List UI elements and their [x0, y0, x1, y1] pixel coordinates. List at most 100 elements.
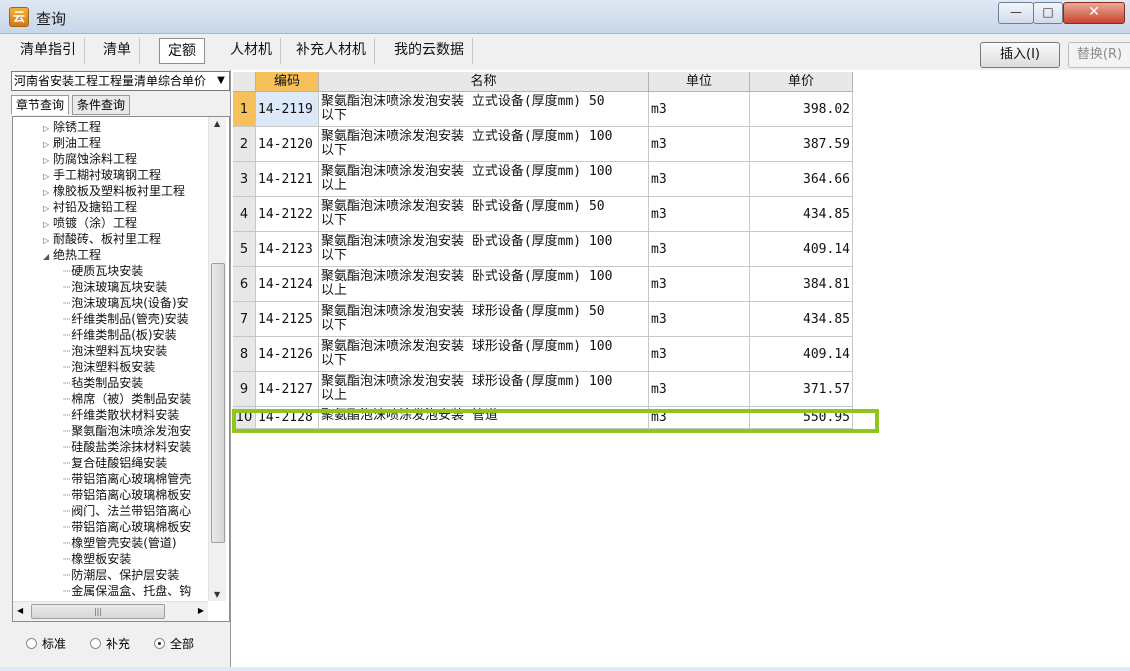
tree-node[interactable]: ▷ 橡胶板及塑料板衬里工程 [43, 183, 185, 199]
column-header-price[interactable]: 单价 [750, 72, 853, 92]
tab-bill[interactable]: 清单 [95, 38, 140, 64]
cell-code[interactable]: 14-2125 [256, 302, 319, 337]
filter-supplement-radio[interactable]: 补充 [90, 636, 130, 652]
cell-code[interactable]: 14-2127 [256, 372, 319, 407]
column-header-code[interactable]: 编码 [256, 72, 319, 92]
row-number[interactable]: 8 [233, 337, 256, 372]
tree-node[interactable]: ┈防潮层、保护层安装 [63, 567, 179, 583]
tree-node[interactable]: ┈纤维类散状材料安装 [63, 407, 179, 423]
scroll-thumb[interactable] [211, 263, 225, 543]
tree-node[interactable]: ▷ 衬铅及搪铅工程 [43, 199, 137, 215]
tree-node[interactable]: ▷ 耐酸砖、板衬里工程 [43, 231, 161, 247]
filter-all-radio[interactable]: 全部 [154, 636, 194, 652]
cell-code[interactable]: 14-2120 [256, 127, 319, 162]
scroll-down-icon[interactable]: ▼ [214, 590, 220, 599]
column-header-name[interactable]: 名称 [319, 72, 649, 92]
tree-node[interactable]: ┈橡塑管壳安装(管道) [63, 535, 177, 551]
tree-node[interactable]: ▷ 防腐蚀涂料工程 [43, 151, 137, 167]
cell-price[interactable]: 398.02 [750, 92, 853, 127]
cell-unit[interactable]: m3 [649, 337, 750, 372]
tree-node[interactable]: ┈带铝箔离心玻璃棉管壳 [63, 471, 191, 487]
tree-node[interactable]: ┈金属保温盒、托盘、钩 [63, 583, 191, 599]
tab-bill-guide[interactable]: 清单指引 [12, 38, 85, 64]
tree-node[interactable]: ┈泡沫塑料板安装 [63, 359, 155, 375]
library-select[interactable]: 河南省安装工程工程量清单综合单价 ▼ [11, 71, 230, 91]
cell-price[interactable]: 387.59 [750, 127, 853, 162]
tree-node[interactable]: ┈带铝箔离心玻璃棉板安 [63, 487, 191, 503]
column-header-unit[interactable]: 单位 [649, 72, 750, 92]
tree-node[interactable]: ▷ 喷镀（涂）工程 [43, 215, 137, 231]
filter-standard-radio[interactable]: 标准 [26, 636, 66, 652]
scroll-left-icon[interactable]: ◀ [17, 606, 23, 615]
tab-my-cloud-data[interactable]: 我的云数据 [386, 38, 473, 64]
tab-chapter-search[interactable]: 章节查询 [11, 95, 70, 115]
cell-price[interactable]: 434.85 [750, 197, 853, 232]
replace-button[interactable]: 替换(R) [1068, 42, 1130, 68]
cell-unit[interactable]: m3 [649, 267, 750, 302]
cell-name[interactable]: 聚氨酯泡沫喷涂发泡安装 球形设备(厚度mm) 50 以下 [319, 302, 649, 337]
close-button[interactable]: ✕ [1063, 2, 1125, 24]
tree-node[interactable]: ┈泡沫玻璃瓦块(设备)安 [63, 295, 189, 311]
cell-name[interactable]: 聚氨酯泡沫喷涂发泡安装 卧式设备(厚度mm) 100 以下 [319, 232, 649, 267]
row-number[interactable]: 1 [233, 92, 256, 127]
tree-node[interactable]: ┈棉席（被）类制品安装 [63, 391, 191, 407]
cell-price[interactable]: 434.85 [750, 302, 853, 337]
minimize-button[interactable]: — [998, 2, 1034, 24]
scroll-up-icon[interactable]: ▲ [214, 119, 220, 128]
tab-quota[interactable]: 定额 [159, 38, 205, 64]
tree-node[interactable]: ┈带铝箔离心玻璃棉板安 [63, 519, 191, 535]
tree-node[interactable]: ┈硬质瓦块安装 [63, 263, 143, 279]
tab-condition-search[interactable]: 条件查询 [72, 95, 131, 115]
cell-code[interactable]: 14-2122 [256, 197, 319, 232]
cell-code[interactable]: 14-2119 [256, 92, 319, 127]
chevron-down-icon[interactable]: ▼ [213, 72, 229, 90]
cell-unit[interactable]: m3 [649, 372, 750, 407]
cell-code[interactable]: 14-2128 [256, 407, 319, 429]
cell-code[interactable]: 14-2126 [256, 337, 319, 372]
row-number[interactable]: 9 [233, 372, 256, 407]
tree-vertical-scrollbar[interactable]: ▲ ▼ [208, 117, 226, 601]
cell-name[interactable]: 聚氨酯泡沫喷涂发泡安装 卧式设备(厚度mm) 100 以上 [319, 267, 649, 302]
tree-node[interactable]: ┈泡沫塑料瓦块安装 [63, 343, 167, 359]
row-number[interactable]: 10 [233, 407, 256, 429]
row-number[interactable]: 4 [233, 197, 256, 232]
cell-name[interactable]: 聚氨酯泡沫喷涂发泡安装 球形设备(厚度mm) 100 以上 [319, 372, 649, 407]
maximize-button[interactable]: □ [1033, 2, 1063, 24]
cell-code[interactable]: 14-2124 [256, 267, 319, 302]
tree-node[interactable]: ┈泡沫玻璃瓦块安装 [63, 279, 167, 295]
cell-code[interactable]: 14-2123 [256, 232, 319, 267]
tab-labor-material[interactable]: 人材机 [222, 38, 281, 64]
cell-unit[interactable]: m3 [649, 302, 750, 337]
tree-node[interactable]: ┈阀门、法兰带铝箔离心 [63, 503, 191, 519]
tree-node[interactable]: ▷ 手工糊衬玻璃钢工程 [43, 167, 161, 183]
cell-price[interactable]: 371.57 [750, 372, 853, 407]
cell-unit[interactable]: m3 [649, 407, 750, 429]
cell-unit[interactable]: m3 [649, 197, 750, 232]
tab-supplement-labor-material[interactable]: 补充人材机 [288, 38, 375, 64]
tree-node[interactable]: ┈复合硅酸铝绳安装 [63, 455, 167, 471]
tree-node[interactable]: ┈纤维类制品(板)安装 [63, 327, 177, 343]
cell-name[interactable]: 聚氨酯泡沫喷涂发泡安装 球形设备(厚度mm) 100 以下 [319, 337, 649, 372]
cell-name[interactable]: 聚氨酯泡沫喷涂发泡安装 卧式设备(厚度mm) 50 以下 [319, 197, 649, 232]
tree-node[interactable]: ┈硅酸盐类涂抹材料安装 [63, 439, 191, 455]
cell-unit[interactable]: m3 [649, 127, 750, 162]
tree-node[interactable]: ◢ 绝热工程 [43, 247, 101, 263]
cell-price[interactable]: 409.14 [750, 232, 853, 267]
cell-code[interactable]: 14-2121 [256, 162, 319, 197]
cell-unit[interactable]: m3 [649, 92, 750, 127]
row-number[interactable]: 7 [233, 302, 256, 337]
cell-unit[interactable]: m3 [649, 162, 750, 197]
tree-node[interactable]: ▷ 刷油工程 [43, 135, 101, 151]
tree-horizontal-scrollbar[interactable]: ◀ ||| ▶ [13, 601, 208, 621]
cell-price[interactable]: 384.81 [750, 267, 853, 302]
cell-price[interactable]: 364.66 [750, 162, 853, 197]
tree-node[interactable]: ┈毡类制品安装 [63, 375, 143, 391]
row-number[interactable]: 6 [233, 267, 256, 302]
cell-name[interactable]: 聚氨酯泡沫喷涂发泡安装 管道 [319, 407, 649, 429]
tree-node[interactable]: ▷ 除锈工程 [43, 119, 101, 135]
tree-node[interactable]: ┈橡塑板安装 [63, 551, 131, 567]
scroll-right-icon[interactable]: ▶ [198, 606, 204, 615]
scroll-thumb-horizontal[interactable]: ||| [31, 604, 165, 619]
row-number[interactable]: 3 [233, 162, 256, 197]
row-number[interactable]: 2 [233, 127, 256, 162]
